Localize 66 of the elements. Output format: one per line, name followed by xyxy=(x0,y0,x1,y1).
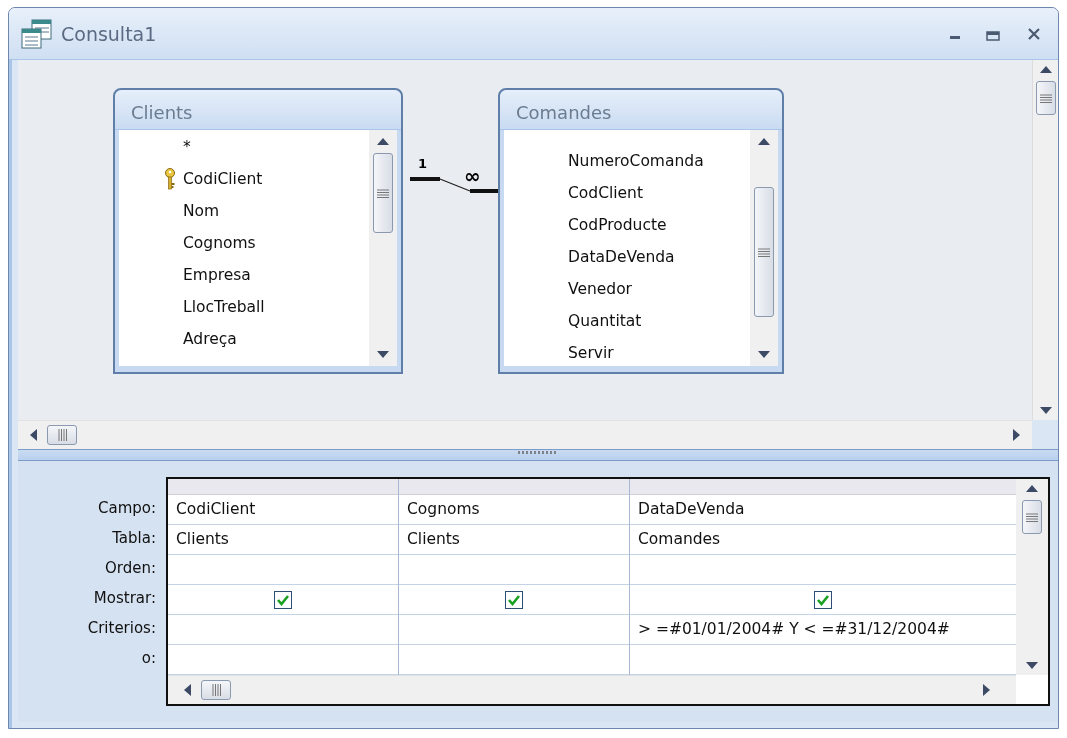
grid-cell[interactable]: Cognoms xyxy=(399,495,629,525)
field-item[interactable]: NumeroComanda xyxy=(568,152,704,170)
scroll-right-icon[interactable] xyxy=(981,683,992,697)
grid-cell[interactable]: Clients xyxy=(399,525,629,555)
field-item[interactable]: Empresa xyxy=(183,266,251,284)
table-title: Comandes xyxy=(500,90,782,130)
minimize-icon xyxy=(950,35,960,39)
field-item[interactable]: CodiClient xyxy=(183,170,263,188)
scroll-thumb[interactable] xyxy=(754,187,774,317)
row-label: Mostrar: xyxy=(92,588,156,609)
scroll-up-icon[interactable] xyxy=(1038,64,1053,75)
close-icon xyxy=(1026,25,1042,42)
table-icon xyxy=(21,18,53,49)
scroll-thumb[interactable] xyxy=(1022,500,1042,534)
grid-cell[interactable]: > =#01/01/2004# Y < =#31/12/2004# xyxy=(630,615,1016,645)
vertical-scrollbar[interactable] xyxy=(750,130,778,366)
field-item[interactable]: Cognoms xyxy=(183,234,256,252)
field-item[interactable]: CodProducte xyxy=(568,216,667,234)
field-item[interactable]: LlocTreball xyxy=(183,298,265,316)
scroll-right-icon[interactable] xyxy=(1011,428,1022,442)
pane-splitter[interactable] xyxy=(18,449,1058,461)
scroll-down-icon[interactable] xyxy=(376,349,390,360)
table-window[interactable]: Comandes NumeroComanda CodClient CodProducte DataDeVenda Venedor Quantitat Servir xyxy=(498,88,784,374)
horizontal-scrollbar[interactable] xyxy=(168,675,1016,704)
scroll-thumb[interactable] xyxy=(201,680,231,700)
checkbox[interactable] xyxy=(814,590,832,609)
vertical-scrollbar[interactable] xyxy=(1016,479,1048,675)
field-item[interactable]: DataDeVenda xyxy=(568,248,675,266)
table-title: Clients xyxy=(115,90,401,130)
row-label: o: xyxy=(140,648,156,669)
table-window[interactable]: Clients * CodiClient Nom Cognoms Empresa LlocTreball Adreça xyxy=(113,88,403,374)
relationship-label: 1 xyxy=(418,156,428,171)
field-item[interactable]: Servir xyxy=(568,344,614,362)
field-item[interactable]: * xyxy=(183,138,191,156)
row-label: Criterios: xyxy=(86,618,156,639)
scroll-up-icon[interactable] xyxy=(757,136,771,147)
checkbox[interactable] xyxy=(274,590,292,609)
scroll-down-icon[interactable] xyxy=(1038,405,1053,416)
scroll-down-icon[interactable] xyxy=(1025,660,1039,671)
field-item[interactable]: Nom xyxy=(183,202,220,220)
grip-icon xyxy=(518,451,558,455)
checkbox[interactable] xyxy=(505,590,523,609)
scroll-left-icon[interactable] xyxy=(182,683,193,697)
field-item[interactable]: Adreça xyxy=(183,330,237,348)
grid-cell[interactable]: DataDeVenda xyxy=(630,495,1016,525)
vertical-scrollbar[interactable] xyxy=(369,130,397,366)
grid-cell[interactable]: Clients xyxy=(168,525,398,555)
field-item[interactable]: Quantitat xyxy=(568,312,642,330)
field-item[interactable]: Venedor xyxy=(568,280,632,298)
row-label: Tabla: xyxy=(111,528,156,549)
field-item[interactable]: CodClient xyxy=(568,184,644,202)
scroll-thumb[interactable] xyxy=(373,153,393,233)
row-label: Campo: xyxy=(96,498,156,519)
scroll-up-icon[interactable] xyxy=(1025,483,1039,494)
row-label: Orden: xyxy=(103,558,156,579)
scroll-down-icon[interactable] xyxy=(757,349,771,360)
scroll-thumb[interactable] xyxy=(1035,81,1056,115)
horizontal-scrollbar[interactable] xyxy=(18,420,1032,449)
relationship-label: ∞ xyxy=(464,166,481,186)
grid-cell[interactable]: Comandes xyxy=(630,525,1016,555)
scroll-thumb[interactable] xyxy=(47,425,77,445)
scroll-left-icon[interactable] xyxy=(28,428,39,442)
grid-cell[interactable]: CodiClient xyxy=(168,495,398,525)
window-title: Consulta1 xyxy=(61,22,157,45)
scroll-up-icon[interactable] xyxy=(376,136,390,147)
vertical-scrollbar[interactable] xyxy=(1032,60,1058,420)
